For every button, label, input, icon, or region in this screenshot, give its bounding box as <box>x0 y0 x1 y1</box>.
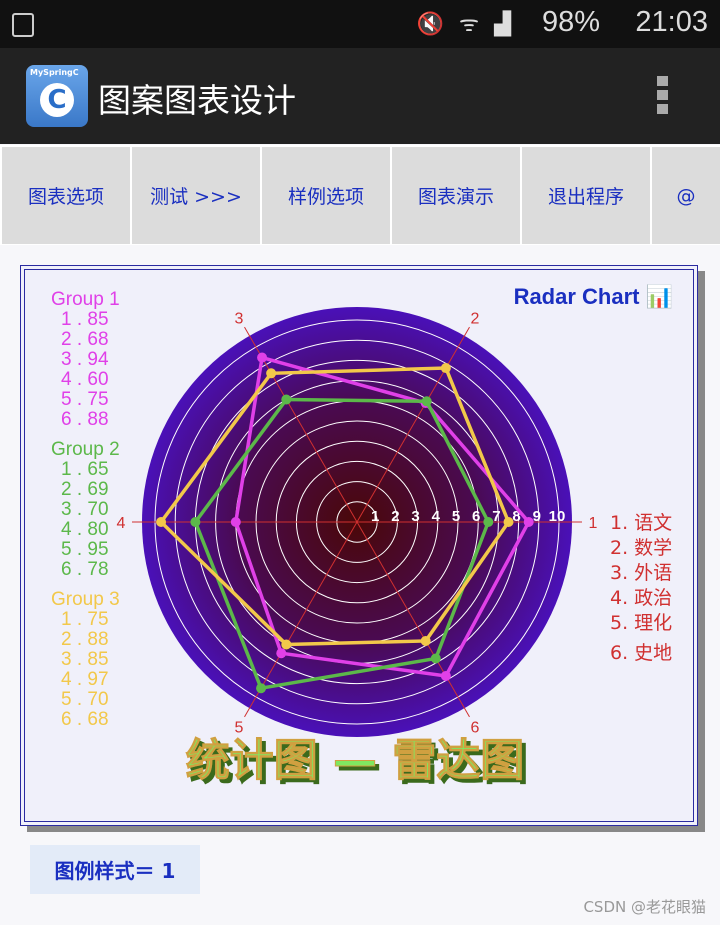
data-point <box>190 517 201 527</box>
ring-tick-label: 6 <box>472 508 480 525</box>
data-point <box>276 648 287 659</box>
axis-label: 4 <box>117 515 126 532</box>
legend-value: 5 . 70 <box>61 689 109 710</box>
data-point <box>281 639 292 650</box>
legend-value: 3 . 94 <box>61 349 109 370</box>
chart-caption: 统计图 — 雷达图 <box>186 735 525 786</box>
legend-value: 4 . 60 <box>61 369 109 390</box>
legend-value: 2 . 69 <box>61 479 109 500</box>
data-point <box>421 396 432 407</box>
legend-value: 1 . 65 <box>61 459 109 480</box>
ring-tick-label: 2 <box>391 508 399 525</box>
ring-tick-label: 3 <box>411 508 419 525</box>
axis-name-legend: 4. 政治 <box>610 587 672 609</box>
axis-label: 3 <box>235 311 244 328</box>
axis-name-legend: 2. 数学 <box>610 537 672 559</box>
legend-value: 3 . 70 <box>61 499 109 520</box>
legend-series-name: Group 1 <box>51 289 120 310</box>
legend-value: 1 . 75 <box>61 609 109 630</box>
legend-value: 5 . 75 <box>61 389 109 410</box>
data-point <box>266 368 277 379</box>
legend-series-name: Group 3 <box>51 589 120 610</box>
ring-tick-label: 7 <box>492 508 500 525</box>
axis-name-legend: 5. 理化 <box>610 612 672 634</box>
data-point <box>483 517 494 527</box>
radar-chart: Radar Chart 📊 统计图 — 雷达图 12345 61 2 3 4 5 6 7 8 9 1… <box>51 284 673 787</box>
ring-tick-label: 1 <box>371 508 379 525</box>
ring-tick-label: 4 <box>432 508 441 525</box>
data-point <box>281 394 292 405</box>
legend-value: 4 . 80 <box>61 519 109 540</box>
ring-tick-label: 10 <box>549 508 566 525</box>
legend-value: 3 . 85 <box>61 649 109 670</box>
watermark: CSDN @老花眼猫 <box>583 898 706 916</box>
legend-value: 6 . 88 <box>61 409 109 430</box>
axis-label: 5 <box>235 719 244 736</box>
legend-style-button[interactable]: 图例样式＝ 1 <box>30 845 200 894</box>
data-point <box>256 683 267 694</box>
data-point <box>420 635 431 646</box>
legend-value: 2 . 68 <box>61 329 109 350</box>
axis-label: 2 <box>471 311 480 328</box>
axis-name-legend: 6. 史地 <box>610 642 672 664</box>
axis-label: 6 <box>471 719 480 736</box>
axis-name-legend: 3. 外语 <box>610 562 672 584</box>
legend-value: 2 . 88 <box>61 629 109 650</box>
data-point <box>503 517 514 527</box>
legend-value: 6 . 78 <box>61 559 109 580</box>
legend-value: 6 . 68 <box>61 709 109 730</box>
ring-tick-label: 9 <box>533 508 541 525</box>
data-point <box>156 517 167 527</box>
chart-title: Radar Chart 📊 <box>514 284 673 309</box>
legend-series-name: Group 2 <box>51 439 120 460</box>
data-point <box>523 517 534 527</box>
data-point <box>230 517 241 527</box>
legend-value: 1 . 85 <box>61 309 109 330</box>
data-point <box>257 352 268 363</box>
ring-tick-label: 5 <box>452 508 460 525</box>
axis-label: 1 <box>589 515 598 532</box>
legend-value: 4 . 97 <box>61 669 109 690</box>
legend-value: 5 . 95 <box>61 539 109 560</box>
data-point <box>430 653 441 664</box>
data-point <box>440 670 451 681</box>
axis-name-legend: 1. 语文 <box>610 512 672 534</box>
data-point <box>440 363 451 374</box>
